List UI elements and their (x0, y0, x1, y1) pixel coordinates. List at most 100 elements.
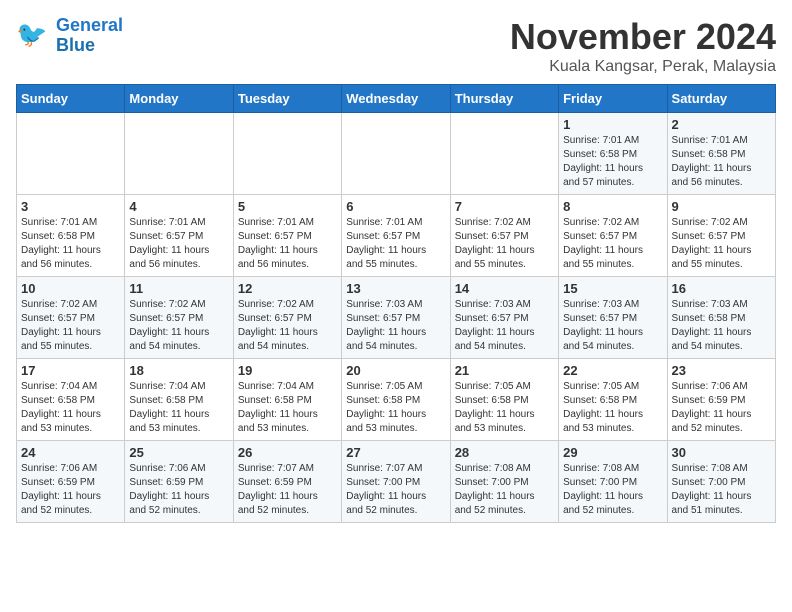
day-number: 7 (455, 199, 554, 214)
week-row-2: 3Sunrise: 7:01 AM Sunset: 6:58 PM Daylig… (17, 195, 776, 277)
day-number: 9 (672, 199, 771, 214)
month-title: November 2024 (510, 16, 776, 58)
day-info: Sunrise: 7:06 AM Sunset: 6:59 PM Dayligh… (672, 380, 771, 436)
day-number: 8 (563, 199, 662, 214)
weekday-header-row: SundayMondayTuesdayWednesdayThursdayFrid… (17, 85, 776, 113)
calendar-cell (125, 113, 233, 195)
weekday-header-monday: Monday (125, 85, 233, 113)
day-info: Sunrise: 7:05 AM Sunset: 6:58 PM Dayligh… (563, 380, 662, 436)
day-info: Sunrise: 7:05 AM Sunset: 6:58 PM Dayligh… (455, 380, 554, 436)
day-info: Sunrise: 7:02 AM Sunset: 6:57 PM Dayligh… (21, 298, 120, 354)
calendar-cell: 20 Sunrise: 7:05 AM Sunset: 6:58 PM Dayli… (342, 359, 450, 441)
calendar-cell: 22Sunrise: 7:05 AM Sunset: 6:58 PM Dayli… (559, 359, 667, 441)
logo-text: General Blue (56, 16, 123, 56)
calendar-cell: 25 Sunrise: 7:06 AM Sunset: 6:59 PM Dayli… (125, 441, 233, 523)
day-info: Sunrise: 7:08 AM Sunset: 7:00 PM Dayligh… (563, 462, 662, 518)
calendar-cell (17, 113, 125, 195)
day-number: 16 (672, 281, 771, 296)
week-row-4: 17Sunrise: 7:04 AM Sunset: 6:58 PM Dayli… (17, 359, 776, 441)
calendar-cell: 27 Sunrise: 7:07 AM Sunset: 7:00 PM Dayli… (342, 441, 450, 523)
day-number: 11 (129, 281, 228, 296)
location-title: Kuala Kangsar, Perak, Malaysia (510, 58, 776, 76)
day-info: Sunrise: 7:05 AM Sunset: 6:58 PM Dayligh… (346, 380, 445, 436)
day-number: 29 (563, 445, 662, 460)
weekday-header-friday: Friday (559, 85, 667, 113)
day-number: 13 (346, 281, 445, 296)
day-number: 21 (455, 363, 554, 378)
calendar-cell: 5 Sunrise: 7:01 AM Sunset: 6:57 PM Daylig… (233, 195, 341, 277)
day-number: 30 (672, 445, 771, 460)
day-number: 19 (238, 363, 337, 378)
day-info: Sunrise: 7:02 AM Sunset: 6:57 PM Dayligh… (129, 298, 228, 354)
calendar-cell: 6Sunrise: 7:01 AM Sunset: 6:57 PM Daylig… (342, 195, 450, 277)
day-number: 20 (346, 363, 445, 378)
day-number: 4 (129, 199, 228, 214)
calendar-cell (342, 113, 450, 195)
day-number: 25 (129, 445, 228, 460)
weekday-header-thursday: Thursday (450, 85, 558, 113)
calendar-cell: 17Sunrise: 7:04 AM Sunset: 6:58 PM Dayli… (17, 359, 125, 441)
calendar-cell: 19 Sunrise: 7:04 AM Sunset: 6:58 PM Dayli… (233, 359, 341, 441)
calendar-cell: 11 Sunrise: 7:02 AM Sunset: 6:57 PM Dayli… (125, 277, 233, 359)
calendar-cell: 30 Sunrise: 7:08 AM Sunset: 7:00 PM Dayli… (667, 441, 775, 523)
calendar-cell: 15 Sunrise: 7:03 AM Sunset: 6:57 PM Dayli… (559, 277, 667, 359)
day-number: 23 (672, 363, 771, 378)
calendar-cell: 13 Sunrise: 7:03 AM Sunset: 6:57 PM Dayli… (342, 277, 450, 359)
day-number: 2 (672, 117, 771, 132)
day-info: Sunrise: 7:04 AM Sunset: 6:58 PM Dayligh… (238, 380, 337, 436)
day-number: 12 (238, 281, 337, 296)
day-info: Sunrise: 7:01 AM Sunset: 6:57 PM Dayligh… (346, 216, 445, 272)
day-info: Sunrise: 7:08 AM Sunset: 7:00 PM Dayligh… (672, 462, 771, 518)
calendar-cell: 18 Sunrise: 7:04 AM Sunset: 6:58 PM Dayli… (125, 359, 233, 441)
calendar-cell (233, 113, 341, 195)
calendar-cell: 4 Sunrise: 7:01 AM Sunset: 6:57 PM Daylig… (125, 195, 233, 277)
day-number: 10 (21, 281, 120, 296)
day-info: Sunrise: 7:07 AM Sunset: 7:00 PM Dayligh… (346, 462, 445, 518)
weekday-header-saturday: Saturday (667, 85, 775, 113)
day-number: 18 (129, 363, 228, 378)
day-info: Sunrise: 7:04 AM Sunset: 6:58 PM Dayligh… (129, 380, 228, 436)
day-info: Sunrise: 7:06 AM Sunset: 6:59 PM Dayligh… (129, 462, 228, 518)
day-info: Sunrise: 7:03 AM Sunset: 6:58 PM Dayligh… (672, 298, 771, 354)
day-info: Sunrise: 7:03 AM Sunset: 6:57 PM Dayligh… (346, 298, 445, 354)
logo-icon: 🐦 (16, 18, 52, 54)
day-info: Sunrise: 7:01 AM Sunset: 6:58 PM Dayligh… (563, 134, 662, 190)
day-info: Sunrise: 7:03 AM Sunset: 6:57 PM Dayligh… (563, 298, 662, 354)
calendar-cell: 1 Sunrise: 7:01 AM Sunset: 6:58 PM Daylig… (559, 113, 667, 195)
calendar-cell: 2 Sunrise: 7:01 AM Sunset: 6:58 PM Daylig… (667, 113, 775, 195)
day-info: Sunrise: 7:06 AM Sunset: 6:59 PM Dayligh… (21, 462, 120, 518)
day-info: Sunrise: 7:04 AM Sunset: 6:58 PM Dayligh… (21, 380, 120, 436)
calendar-cell: 16 Sunrise: 7:03 AM Sunset: 6:58 PM Dayli… (667, 277, 775, 359)
calendar-cell: 12 Sunrise: 7:02 AM Sunset: 6:57 PM Dayli… (233, 277, 341, 359)
calendar-cell: 14 Sunrise: 7:03 AM Sunset: 6:57 PM Dayli… (450, 277, 558, 359)
day-info: Sunrise: 7:03 AM Sunset: 6:57 PM Dayligh… (455, 298, 554, 354)
week-row-3: 10 Sunrise: 7:02 AM Sunset: 6:57 PM Dayli… (17, 277, 776, 359)
title-block: November 2024 Kuala Kangsar, Perak, Mala… (510, 16, 776, 76)
day-number: 28 (455, 445, 554, 460)
calendar-cell: 3Sunrise: 7:01 AM Sunset: 6:58 PM Daylig… (17, 195, 125, 277)
page-header: 🐦 General Blue November 2024 Kuala Kangs… (16, 16, 776, 76)
day-number: 1 (563, 117, 662, 132)
day-info: Sunrise: 7:08 AM Sunset: 7:00 PM Dayligh… (455, 462, 554, 518)
day-info: Sunrise: 7:01 AM Sunset: 6:57 PM Dayligh… (238, 216, 337, 272)
day-number: 15 (563, 281, 662, 296)
day-info: Sunrise: 7:01 AM Sunset: 6:57 PM Dayligh… (129, 216, 228, 272)
calendar-cell: 9 Sunrise: 7:02 AM Sunset: 6:57 PM Daylig… (667, 195, 775, 277)
calendar-cell: 24Sunrise: 7:06 AM Sunset: 6:59 PM Dayli… (17, 441, 125, 523)
day-number: 14 (455, 281, 554, 296)
calendar-cell (450, 113, 558, 195)
day-info: Sunrise: 7:02 AM Sunset: 6:57 PM Dayligh… (238, 298, 337, 354)
day-number: 26 (238, 445, 337, 460)
calendar-cell: 7Sunrise: 7:02 AM Sunset: 6:57 PM Daylig… (450, 195, 558, 277)
day-info: Sunrise: 7:02 AM Sunset: 6:57 PM Dayligh… (672, 216, 771, 272)
calendar-cell: 23 Sunrise: 7:06 AM Sunset: 6:59 PM Dayli… (667, 359, 775, 441)
calendar-table: SundayMondayTuesdayWednesdayThursdayFrid… (16, 84, 776, 523)
day-number: 27 (346, 445, 445, 460)
logo: 🐦 General Blue (16, 16, 123, 56)
day-info: Sunrise: 7:01 AM Sunset: 6:58 PM Dayligh… (672, 134, 771, 190)
calendar-cell: 10 Sunrise: 7:02 AM Sunset: 6:57 PM Dayli… (17, 277, 125, 359)
day-number: 5 (238, 199, 337, 214)
calendar-cell: 29 Sunrise: 7:08 AM Sunset: 7:00 PM Dayli… (559, 441, 667, 523)
weekday-header-wednesday: Wednesday (342, 85, 450, 113)
calendar-cell: 21 Sunrise: 7:05 AM Sunset: 6:58 PM Dayli… (450, 359, 558, 441)
